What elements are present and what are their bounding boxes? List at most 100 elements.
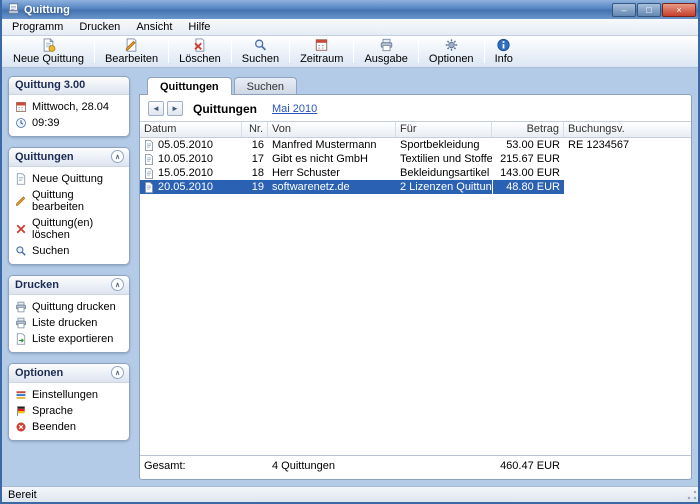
footer-label: Gesamt: (140, 459, 242, 473)
sidebar-item-quittung-loeschen[interactable]: Quittung(en) löschen (15, 215, 127, 243)
app-icon (7, 3, 20, 16)
sidebar-item-suchen[interactable]: Suchen (15, 243, 127, 259)
column-header-von[interactable]: Von (268, 122, 396, 137)
receipt-icon (144, 168, 154, 179)
table-row[interactable]: 10.05.2010 17 Gibt es nicht GmbH Textili… (140, 152, 691, 166)
cell-text: 05.05.2010 (158, 139, 213, 151)
footer-count: 4 Quittungen (268, 459, 396, 473)
resize-grip[interactable] (686, 489, 698, 501)
toolbar-period-button[interactable]: Zeitraum (291, 37, 352, 66)
receipt-icon (144, 140, 154, 151)
sidebar-item-quittung-drucken[interactable]: Quittung drucken (15, 299, 127, 315)
sidebar-item-einstellungen[interactable]: Einstellungen (15, 387, 127, 403)
clock-icon (15, 117, 27, 129)
table-row[interactable]: 05.05.2010 16 Manfred Mustermann Sportbe… (140, 138, 691, 152)
toolbar-delete-button[interactable]: Löschen (170, 37, 230, 66)
collapse-button[interactable]: ∧ (111, 278, 124, 291)
sidebar-item-quittung-bearbeiten[interactable]: Quittung bearbeiten (15, 187, 127, 215)
list-heading: Quittungen (193, 102, 257, 116)
toolbar-separator (168, 40, 169, 63)
tab-quittungen[interactable]: Quittungen (147, 77, 232, 95)
menu-programm[interactable]: Programm (4, 20, 71, 34)
cell-nr: 16 (242, 138, 268, 152)
sidebar-item-label: Quittung bearbeiten (32, 189, 127, 213)
sidebar-item-label: Quittung(en) löschen (32, 217, 127, 241)
menu-ansicht[interactable]: Ansicht (128, 20, 180, 34)
table-footer: Gesamt: 4 Quittungen 460.47 EUR (140, 455, 691, 479)
cell-text: 15.05.2010 (158, 167, 213, 179)
sidebar-item-liste-drucken[interactable]: Liste drucken (15, 315, 127, 331)
toolbar-button-label: Suchen (242, 53, 279, 65)
cell-von: Herr Schuster (268, 166, 396, 180)
quittungen-panel: Quittungen ∧ Neue Quittung Quittung bear… (8, 147, 130, 265)
cell-text: 20.05.2010 (158, 181, 213, 193)
column-header-datum[interactable]: Datum (140, 122, 242, 137)
window-title: Quittung (24, 4, 611, 16)
cell-fuer: 2 Lizenzen Quittung (396, 180, 492, 194)
toolbar-button-label: Info (495, 53, 513, 65)
status-text: Bereit (8, 489, 37, 501)
column-header-fuer[interactable]: Für (396, 122, 492, 137)
info-panel-header: Quittung 3.00 (9, 77, 129, 95)
date-row: Mittwoch, 28.04 (15, 99, 127, 115)
next-month-button[interactable]: ► (167, 101, 183, 116)
cell-buchungsv (564, 166, 691, 180)
table-row-selected[interactable]: 20.05.2010 19 softwarenetz.de 2 Lizenzen… (140, 180, 691, 194)
main-panel: ◄ ► Quittungen Mai 2010 Datum Nr. Von Fü… (139, 94, 692, 480)
printer-icon (379, 38, 394, 52)
footer-spacer (564, 459, 691, 473)
search-icon (15, 245, 27, 257)
sidebar-item-neue-quittung[interactable]: Neue Quittung (15, 171, 127, 187)
tab-suchen[interactable]: Suchen (234, 77, 297, 95)
menu-drucken[interactable]: Drucken (71, 20, 128, 34)
main-area: Quittungen Suchen ◄ ► Quittungen Mai 201… (139, 76, 692, 480)
previous-month-button[interactable]: ◄ (148, 101, 164, 116)
cell-betrag: 53.00 EUR (492, 138, 564, 152)
sidebar-item-liste-exportieren[interactable]: Liste exportieren (15, 331, 127, 347)
optionen-panel-title: Optionen (15, 367, 63, 379)
toolbar-separator (289, 40, 290, 63)
minimize-button[interactable]: – (612, 3, 636, 17)
toolbar-separator (231, 40, 232, 63)
menu-hilfe[interactable]: Hilfe (180, 20, 218, 34)
collapse-button[interactable]: ∧ (111, 366, 124, 379)
footer-spacer (396, 459, 492, 473)
sidebar-item-sprache[interactable]: Sprache (15, 403, 127, 419)
new-receipt-icon (15, 173, 27, 185)
menubar: Programm Drucken Ansicht Hilfe (2, 19, 698, 36)
toolbar-options-button[interactable]: Optionen (420, 37, 483, 66)
sidebar-item-label: Beenden (32, 421, 76, 433)
collapse-button[interactable]: ∧ (111, 150, 124, 163)
cell-buchungsv (564, 180, 691, 194)
delete-icon (15, 223, 27, 235)
cell-betrag: 143.00 EUR (492, 166, 564, 180)
cell-fuer: Sportbekleidung (396, 138, 492, 152)
cell-von: Manfred Mustermann (268, 138, 396, 152)
tab-bar: Quittungen Suchen (147, 76, 692, 94)
toolbar-new-receipt-button[interactable]: Neue Quittung (4, 37, 93, 66)
maximize-button[interactable]: □ (637, 3, 661, 17)
table-empty-area (140, 194, 691, 455)
cell-betrag: 48.80 EUR (492, 180, 564, 194)
cell-nr: 18 (242, 166, 268, 180)
column-header-betrag[interactable]: Betrag (492, 122, 564, 137)
drucken-panel-title: Drucken (15, 279, 59, 291)
toolbar-output-button[interactable]: Ausgabe (355, 37, 416, 66)
toolbar-info-button[interactable]: Info (486, 37, 522, 66)
drucken-panel-header: Drucken ∧ (9, 276, 129, 295)
cell-datum: 15.05.2010 (140, 166, 242, 180)
sidebar-item-beenden[interactable]: Beenden (15, 419, 127, 435)
toolbar-search-button[interactable]: Suchen (233, 37, 288, 66)
cell-nr: 17 (242, 152, 268, 166)
column-header-nr[interactable]: Nr. (242, 122, 268, 137)
toolbar-edit-button[interactable]: Bearbeiten (96, 37, 167, 66)
table-row[interactable]: 15.05.2010 18 Herr Schuster Bekleidungsa… (140, 166, 691, 180)
period-link[interactable]: Mai 2010 (272, 103, 317, 115)
receipt-icon (144, 182, 154, 193)
toolbar-button-label: Zeitraum (300, 53, 343, 65)
column-header-buchungsv[interactable]: Buchungsv. (564, 122, 691, 137)
sidebar-item-label: Quittung drucken (32, 301, 116, 313)
cell-von: softwarenetz.de (268, 180, 396, 194)
toolbar-button-label: Ausgabe (364, 53, 407, 65)
close-button[interactable]: × (662, 3, 696, 17)
